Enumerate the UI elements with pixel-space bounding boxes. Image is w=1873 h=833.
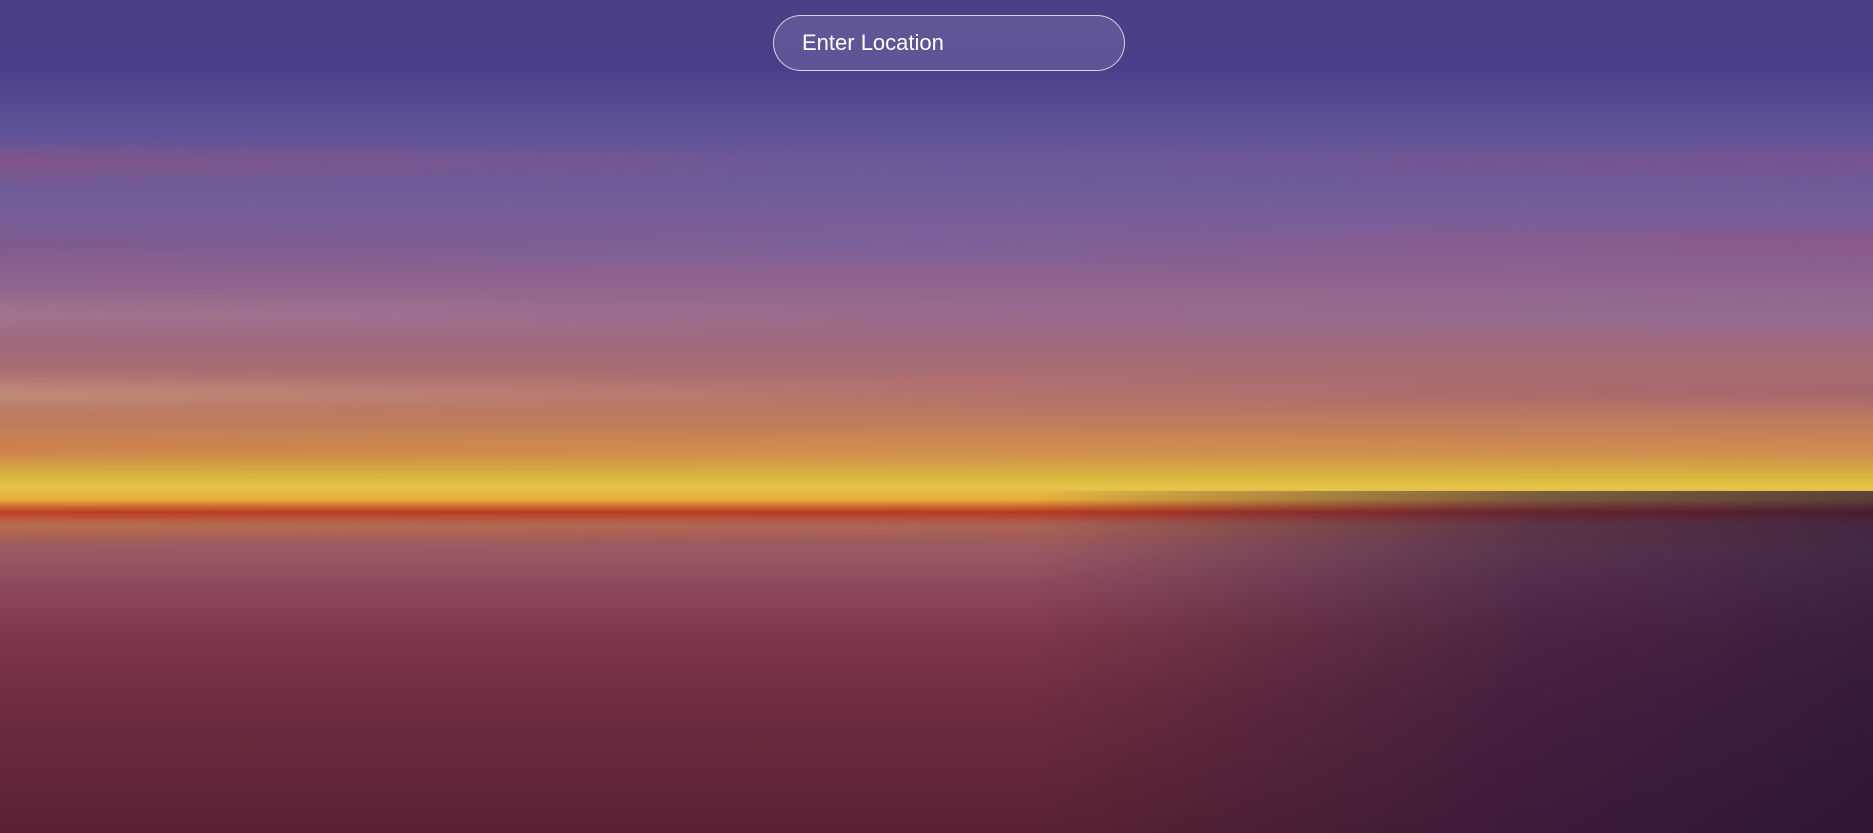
location-search-input[interactable] — [773, 15, 1125, 71]
dark-water-overlay — [1030, 491, 1873, 833]
sunset-beach-background — [0, 0, 1873, 833]
cloud-streak — [0, 383, 1873, 404]
cloud-streak — [0, 299, 1873, 328]
cloud-streak — [0, 149, 1873, 176]
cloud-streak — [0, 233, 1873, 256]
cloud-streak — [0, 441, 1873, 458]
